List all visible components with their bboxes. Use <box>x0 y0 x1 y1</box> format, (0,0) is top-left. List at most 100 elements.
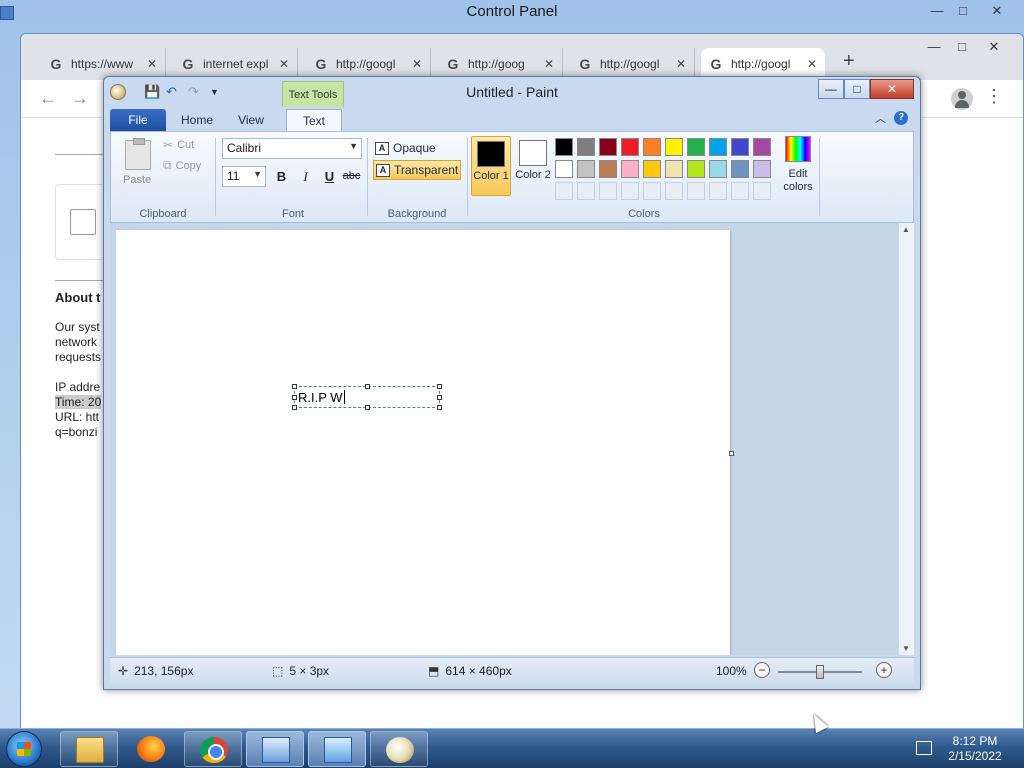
paint-close-button[interactable]: ✕ <box>870 79 914 99</box>
palette-swatch[interactable] <box>731 138 749 156</box>
resize-handle[interactable] <box>292 405 297 410</box>
resize-handle[interactable] <box>437 405 442 410</box>
palette-swatch[interactable] <box>599 160 617 178</box>
taskbar-control-panel[interactable] <box>308 731 366 767</box>
taskbar-windows-explorer[interactable] <box>60 731 118 767</box>
new-tab-button[interactable]: + <box>843 50 855 73</box>
palette-swatch[interactable] <box>555 160 573 178</box>
tab-text[interactable]: Text <box>286 109 342 131</box>
palette-swatch[interactable] <box>643 160 661 178</box>
cut-button[interactable]: ✂ Cut <box>163 138 194 152</box>
palette-empty-slot[interactable] <box>621 182 639 200</box>
tab-close-icon[interactable]: ✕ <box>279 57 289 71</box>
chrome-minimize-button[interactable]: — <box>919 36 949 58</box>
paste-button[interactable]: Paste <box>123 174 151 186</box>
taskbar-paint[interactable] <box>370 731 428 767</box>
palette-empty-slot[interactable] <box>643 182 661 200</box>
zoom-in-icon[interactable]: + <box>876 662 892 678</box>
tab-close-icon[interactable]: ✕ <box>147 57 157 71</box>
taskbar-firefox[interactable] <box>122 731 180 767</box>
checkbox[interactable] <box>70 209 96 235</box>
tab-close-icon[interactable]: ✕ <box>807 57 817 71</box>
tab-close-icon[interactable]: ✕ <box>544 57 554 71</box>
zoom-slider-thumb[interactable] <box>816 665 824 679</box>
text-box[interactable]: R.I.P W <box>292 384 442 410</box>
page-text: network <box>55 335 98 349</box>
palette-swatch[interactable] <box>687 160 705 178</box>
resize-handle[interactable] <box>437 384 442 389</box>
taskbar-chrome[interactable] <box>184 731 242 767</box>
ribbon-collapse-icon[interactable]: ︿ <box>875 110 886 126</box>
color-1-button[interactable]: Color 1 <box>471 136 511 196</box>
vertical-scrollbar[interactable]: ▲ ▼ <box>898 223 914 655</box>
paste-icon[interactable] <box>125 138 151 170</box>
chrome-maximize-button[interactable]: □ <box>947 36 977 58</box>
profile-icon[interactable] <box>951 88 973 110</box>
color-2-button[interactable]: Color 2 <box>513 136 553 196</box>
tab-file[interactable]: File <box>110 109 166 131</box>
palette-empty-slot[interactable] <box>599 182 617 200</box>
palette-swatch[interactable] <box>577 138 595 156</box>
zoom-out-icon[interactable]: − <box>754 662 770 678</box>
chrome-close-button[interactable]: ✕ <box>979 36 1009 58</box>
palette-empty-slot[interactable] <box>555 182 573 200</box>
resize-handle[interactable] <box>292 384 297 389</box>
paint-maximize-button[interactable]: □ <box>844 79 870 99</box>
paint-minimize-button[interactable]: — <box>818 79 844 99</box>
transparent-option[interactable]: A Transparent <box>373 160 461 180</box>
help-icon[interactable]: ? <box>894 111 908 125</box>
underline-button[interactable]: U <box>319 166 340 187</box>
cp-close-button[interactable]: ✕ <box>982 0 1012 22</box>
palette-empty-slot[interactable] <box>709 182 727 200</box>
start-button[interactable] <box>6 731 42 767</box>
palette-swatch[interactable] <box>665 160 683 178</box>
palette-swatch[interactable] <box>709 138 727 156</box>
scroll-up-icon[interactable]: ▲ <box>902 225 910 234</box>
scroll-down-icon[interactable]: ▼ <box>902 644 910 653</box>
palette-swatch[interactable] <box>665 138 683 156</box>
palette-empty-slot[interactable] <box>687 182 705 200</box>
copy-button[interactable]: ⧉ Copy <box>163 158 201 173</box>
tab-home[interactable]: Home <box>172 109 222 131</box>
palette-swatch[interactable] <box>621 160 639 178</box>
bold-button[interactable]: B <box>271 166 292 187</box>
drawing-canvas[interactable]: R.I.P W <box>116 230 730 655</box>
network-icon[interactable] <box>916 741 932 755</box>
palette-empty-slot[interactable] <box>753 182 771 200</box>
system-clock[interactable]: 8:12 PM 2/15/2022 <box>940 734 1010 764</box>
canvas-resize-handle[interactable] <box>729 451 734 456</box>
palette-empty-slot[interactable] <box>577 182 595 200</box>
opaque-option[interactable]: A Opaque <box>373 138 461 158</box>
palette-swatch[interactable] <box>753 138 771 156</box>
palette-swatch[interactable] <box>555 138 573 156</box>
palette-swatch[interactable] <box>687 138 705 156</box>
font-size-dropdown[interactable]: 11 ▼ <box>222 166 266 187</box>
tab-close-icon[interactable]: ✕ <box>676 57 686 71</box>
resize-handle[interactable] <box>292 395 297 400</box>
resize-handle[interactable] <box>437 395 442 400</box>
tab-close-icon[interactable]: ✕ <box>412 57 422 71</box>
font-family-dropdown[interactable]: Calibri ▼ <box>222 138 362 159</box>
palette-swatch[interactable] <box>731 160 749 178</box>
taskbar-task-manager[interactable] <box>246 731 304 767</box>
back-arrow-icon[interactable]: ← <box>39 88 57 109</box>
cp-maximize-button[interactable]: □ <box>948 0 978 22</box>
palette-swatch[interactable] <box>577 160 595 178</box>
palette-swatch[interactable] <box>621 138 639 156</box>
resize-handle[interactable] <box>365 384 370 389</box>
palette-empty-slot[interactable] <box>665 182 683 200</box>
strikethrough-button[interactable]: abc <box>341 166 362 187</box>
palette-swatch[interactable] <box>643 138 661 156</box>
palette-swatch[interactable] <box>753 160 771 178</box>
italic-button[interactable]: I <box>295 166 316 187</box>
resize-handle[interactable] <box>365 405 370 410</box>
palette-swatch[interactable] <box>599 138 617 156</box>
palette-swatch[interactable] <box>709 160 727 178</box>
edit-colors-button[interactable]: Edit colors <box>781 136 815 194</box>
tab-view[interactable]: View <box>226 109 276 131</box>
text-box-content[interactable]: R.I.P W <box>298 390 345 405</box>
menu-dots-icon[interactable]: ⋮ <box>985 86 1003 107</box>
forward-arrow-icon[interactable]: → <box>71 88 89 109</box>
palette-empty-slot[interactable] <box>731 182 749 200</box>
zoom-slider[interactable] <box>778 665 862 679</box>
